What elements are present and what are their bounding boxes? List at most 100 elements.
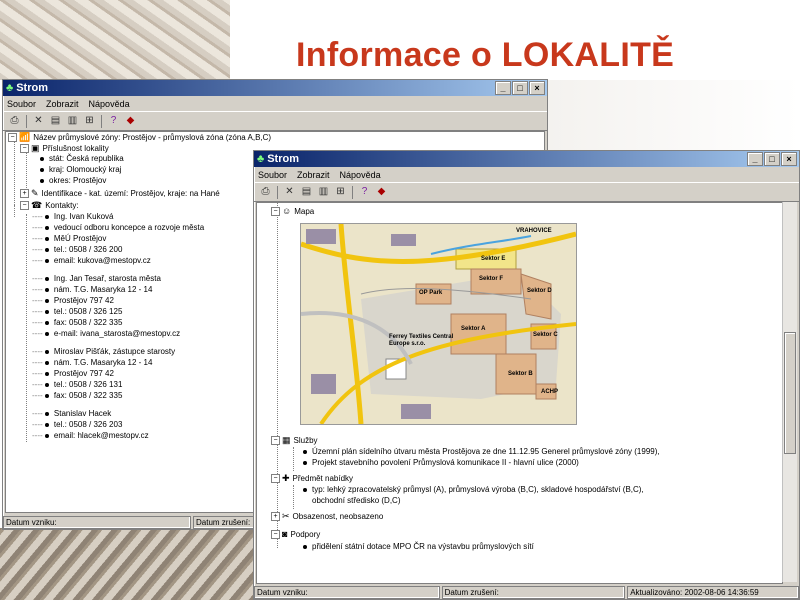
edit-icon[interactable]: ▤ bbox=[48, 114, 63, 128]
book-icon[interactable]: ◆ bbox=[123, 114, 138, 128]
contact-list-item: ---- Ing. Jan Tesař, starosta města bbox=[32, 274, 161, 284]
tree-node-kontakty[interactable]: − ☎ Kontakty: bbox=[20, 200, 79, 211]
bullet bbox=[44, 287, 49, 292]
menu-soubor[interactable]: Soubor bbox=[7, 99, 36, 109]
contact-text: fax: 0508 / 322 335 bbox=[53, 391, 123, 400]
bullet bbox=[44, 422, 49, 427]
contact-text: tel.: 0508 / 326 131 bbox=[53, 380, 123, 389]
list-item: stát: Česká republika bbox=[40, 154, 124, 164]
location-map[interactable]: VRAHOVICE Sektor E Sektor F Sektor D Sek… bbox=[300, 223, 577, 425]
status-aktualizovano: Aktualizováno: 2002-08-06 14:36:59 bbox=[627, 586, 799, 599]
bullet bbox=[44, 247, 49, 252]
contact-text: fax: 0508 / 322 335 bbox=[53, 318, 123, 327]
status-datum-zruseni: Datum zrušení: bbox=[193, 516, 257, 529]
maximize-button[interactable]: □ bbox=[512, 81, 528, 95]
close-button[interactable]: × bbox=[529, 81, 545, 95]
background-photo-top bbox=[0, 0, 230, 80]
contact-list-item: ---- Prostějov 797 42 bbox=[32, 369, 114, 379]
tree-view-icon[interactable]: ⊞ bbox=[333, 185, 348, 199]
contact-list-item: ---- Ing. Ivan Kuková bbox=[32, 212, 113, 222]
edit-icon[interactable]: ▤ bbox=[299, 185, 314, 199]
tree-node-mapa[interactable]: − ☺ Mapa bbox=[271, 206, 314, 217]
tree-root[interactable]: − 📶 Název průmyslové zóny: Prostějov - prů… bbox=[8, 132, 271, 143]
chart-icon: 📶 bbox=[19, 132, 31, 142]
map-label: Sektor F bbox=[479, 276, 504, 282]
maximize-button[interactable]: □ bbox=[764, 152, 780, 166]
collapse-icon[interactable]: − bbox=[20, 144, 29, 154]
list-item-continued: obchodní středisko (D,C) bbox=[312, 496, 401, 505]
minimize-button[interactable]: _ bbox=[747, 152, 763, 166]
tree-node-predmet[interactable]: − ✚ Předmět nabídky bbox=[271, 473, 353, 484]
front-toolbar: ⎙ ✕ ▤ ▥ ⊞ ? ◆ bbox=[254, 182, 799, 202]
minimize-button[interactable]: _ bbox=[495, 81, 511, 95]
collapse-icon[interactable]: − bbox=[8, 133, 17, 143]
print-icon[interactable]: ⎙ bbox=[7, 114, 22, 128]
help-icon[interactable]: ? bbox=[357, 185, 372, 199]
occupancy-icon: ✂ bbox=[282, 511, 290, 521]
collapse-icon[interactable]: − bbox=[271, 474, 280, 484]
collapse-icon[interactable]: − bbox=[271, 207, 280, 217]
front-window-titlebar[interactable]: ♣ Strom _ □ × bbox=[254, 151, 799, 167]
tree-node-prislusnost[interactable]: − ▣ Příslušnost lokality bbox=[20, 143, 109, 154]
contact-list-item: ---- tel.: 0508 / 326 131 bbox=[32, 380, 122, 390]
map-icon: ☺ bbox=[282, 206, 292, 216]
tree-connector: ---- bbox=[32, 409, 45, 418]
menu-zobrazit[interactable]: Zobrazit bbox=[297, 170, 330, 180]
contact-list-item: ---- tel.: 0508 / 326 203 bbox=[32, 420, 122, 430]
contact-list-item: ---- Prostějov 797 42 bbox=[32, 296, 114, 306]
tree-node-obsazenost[interactable]: + ✂ Obsazenost, neobsazeno bbox=[271, 511, 383, 522]
menu-napoveda[interactable]: Nápověda bbox=[340, 170, 381, 180]
list-item: Projekt stavebního povolení Průmyslová k… bbox=[303, 458, 579, 468]
book-icon[interactable]: ◆ bbox=[374, 185, 389, 199]
map-label: OP Park bbox=[419, 290, 443, 296]
expand-icon[interactable]: + bbox=[20, 189, 29, 199]
back-window-titlebar[interactable]: ♣ Strom _ □ × bbox=[3, 80, 547, 96]
collapse-icon[interactable]: − bbox=[20, 201, 29, 211]
tree-connector: ---- bbox=[32, 256, 45, 265]
front-tree-view[interactable]: − ☺ Mapa VRAHOVICE Sektor E Sektor F Sek… bbox=[256, 202, 783, 584]
slide-title: Informace o LOKALITĚ bbox=[296, 36, 675, 74]
front-window: ♣ Strom _ □ × Soubor Zobrazit Nápověda ⎙… bbox=[253, 150, 800, 600]
contact-text: tel.: 0508 / 326 200 bbox=[53, 245, 123, 254]
tree-view-icon[interactable]: ⊞ bbox=[82, 114, 97, 128]
help-icon[interactable]: ? bbox=[106, 114, 121, 128]
toolbar-separator bbox=[101, 114, 102, 128]
delete-icon[interactable]: ✕ bbox=[282, 185, 297, 199]
expand-icon[interactable]: + bbox=[271, 512, 280, 522]
menu-zobrazit[interactable]: Zobrazit bbox=[46, 99, 79, 109]
tree-connector: ---- bbox=[32, 391, 45, 400]
map-label: VRAHOVICE bbox=[516, 228, 552, 234]
collapse-icon[interactable]: − bbox=[271, 436, 280, 446]
menu-soubor[interactable]: Soubor bbox=[258, 170, 287, 180]
tree-node-identifikace[interactable]: + ✎ Identifikace - kat. území: Prostějov, … bbox=[20, 188, 220, 199]
tree-node-podpory[interactable]: − ◙ Podpory bbox=[271, 529, 320, 540]
close-button[interactable]: × bbox=[781, 152, 797, 166]
contact-text: email: kukova@mestopv.cz bbox=[53, 256, 151, 265]
contact-list-item: ---- vedoucí odboru koncepce a rozvoje m… bbox=[32, 223, 204, 233]
scrollbar-thumb[interactable] bbox=[784, 332, 796, 454]
print-icon[interactable]: ⎙ bbox=[258, 185, 273, 199]
tree-connector: ---- bbox=[32, 296, 45, 305]
status-datum-vzniku: Datum vzniku: bbox=[254, 586, 440, 599]
vertical-scrollbar[interactable] bbox=[782, 202, 797, 582]
contact-list-item: ---- MěÚ Prostějov bbox=[32, 234, 106, 244]
contact-text: Ing. Ivan Kuková bbox=[53, 212, 114, 221]
tree-connector: ---- bbox=[32, 307, 45, 316]
toolbar-separator bbox=[26, 114, 27, 128]
tree-connector: ---- bbox=[32, 369, 45, 378]
properties-icon[interactable]: ▥ bbox=[65, 114, 80, 128]
properties-icon[interactable]: ▥ bbox=[316, 185, 331, 199]
tree-connector: ---- bbox=[32, 318, 45, 327]
bullet bbox=[44, 393, 49, 398]
tree-node-sluzby[interactable]: − ▦ Služby bbox=[271, 435, 318, 446]
collapse-icon[interactable]: − bbox=[271, 530, 280, 540]
contact-text: e-mail: ivana_starosta@mestopv.cz bbox=[53, 329, 181, 338]
tree-connector: ---- bbox=[32, 380, 45, 389]
bullet bbox=[44, 331, 49, 336]
bullet bbox=[44, 258, 49, 263]
menu-napoveda[interactable]: Nápověda bbox=[89, 99, 130, 109]
bullet bbox=[44, 360, 49, 365]
front-statusbar: Datum vzniku: Datum zrušení: Aktualizová… bbox=[254, 586, 799, 599]
delete-icon[interactable]: ✕ bbox=[31, 114, 46, 128]
list-item: Územní plán sídelního útvaru města Prost… bbox=[303, 447, 660, 457]
